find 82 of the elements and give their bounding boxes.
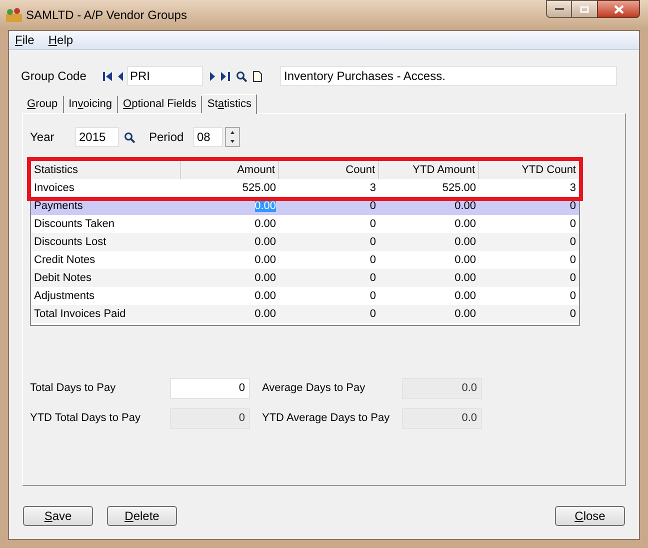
table-cell: 0 [570,218,576,230]
table-cell: 0.00 [454,254,476,266]
command-button[interactable]: Close [555,506,625,526]
document-icon[interactable] [253,70,262,82]
table-row[interactable]: Debit Notes 0.00 0 0.00 0 [31,269,579,287]
table-cell: 0 [370,254,376,266]
input-field[interactable]: PRI [127,66,203,86]
table-cell: 0 [570,254,576,266]
table-cell: 0.00 [454,200,476,212]
table-cell: 0.00 [254,218,276,230]
table-cell: Total Invoices Paid [34,308,126,320]
table-cell: 0.00 [454,218,476,230]
table-cell: 0 [570,308,576,320]
table-cell: Debit Notes [34,272,92,284]
table-cell: Discounts Taken [34,218,115,230]
maximize-button[interactable] [572,0,597,18]
menu-item[interactable]: Help [48,31,74,49]
table-cell: 0 [570,200,576,212]
table-cell: 0.00 [454,236,476,248]
column-header[interactable]: YTD Count [522,164,576,176]
column-header[interactable]: Amount [237,164,275,176]
command-button[interactable]: Delete [107,506,177,526]
description-field[interactable]: Inventory Purchases - Access. [280,66,617,86]
field-label: Period [149,129,185,146]
table-cell: 0 [370,200,376,212]
table-cell: Invoices [34,182,74,194]
table-cell: 0 [370,236,376,248]
column-header[interactable]: Statistics [34,164,78,176]
table-cell: 0.00 [254,236,276,248]
first-record-icon[interactable] [103,72,112,80]
table-row[interactable]: Discounts Lost 0.00 0 0.00 0 [31,233,579,251]
column-header[interactable]: YTD Amount [412,164,475,176]
table-cell: 0.00 [254,290,276,302]
last-record-icon[interactable] [221,72,230,80]
table-cell: 0.00 [454,290,476,302]
input-field[interactable]: 08 [193,127,223,147]
search-icon[interactable] [236,70,247,82]
field-label: Year [30,129,56,146]
field-label: Group Code [21,68,88,85]
table-cell: 0.00 [454,272,476,284]
table-cell: 0 [370,290,376,302]
menu-item[interactable]: File [15,31,34,49]
window-title: SAMLTD - A/P Vendor Groups [26,7,187,24]
close-icon [614,4,624,14]
table-cell: 0 [370,218,376,230]
spin-button[interactable] [225,127,240,147]
input-field[interactable]: 2015 [75,127,119,147]
table-cell: 0.00 [254,272,276,284]
tab[interactable]: Invoicing [64,96,118,113]
tab[interactable]: Group [22,96,64,113]
tab[interactable]: Statistics [202,94,258,114]
table-cell: 0 [370,272,376,284]
field-label: YTD Average Days to Pay [262,411,391,426]
table-cell: 0.00 [254,308,276,320]
table-cell: Discounts Lost [34,236,106,248]
field-label: Average Days to Pay [262,381,366,396]
table-row[interactable]: Total Invoices Paid 0.00 0 0.00 0 [31,305,579,323]
table-cell: 3 [370,182,376,194]
table-cell: 0 [570,272,576,284]
app-icon [6,8,22,22]
field-label: Total Days to Pay [30,381,117,396]
table-cell: Adjustments [34,290,95,302]
next-record-icon[interactable] [210,72,215,80]
table-cell: 0 [370,308,376,320]
table-cell: 525.00 [242,182,276,194]
table-cell: 0 [570,290,576,302]
command-button[interactable]: Save [23,506,93,526]
minimize-button[interactable] [546,0,572,18]
table-cell: 525.00 [442,182,476,194]
table-cell: 3 [570,182,576,194]
number-field[interactable]: 0 [170,378,250,399]
previous-record-icon[interactable] [118,72,123,80]
table-cell: 0.00 [254,254,276,266]
table-cell: Credit Notes [34,254,96,266]
table-cell: 0.00 [254,200,276,212]
field-label: YTD Total Days to Pay [30,411,142,426]
table-cell: Payments [34,200,83,212]
table-cell: 0.00 [454,308,476,320]
column-header[interactable]: Count [346,164,375,176]
close-button[interactable] [597,0,640,18]
search-icon[interactable] [124,132,135,142]
table-cell: 0 [570,236,576,248]
